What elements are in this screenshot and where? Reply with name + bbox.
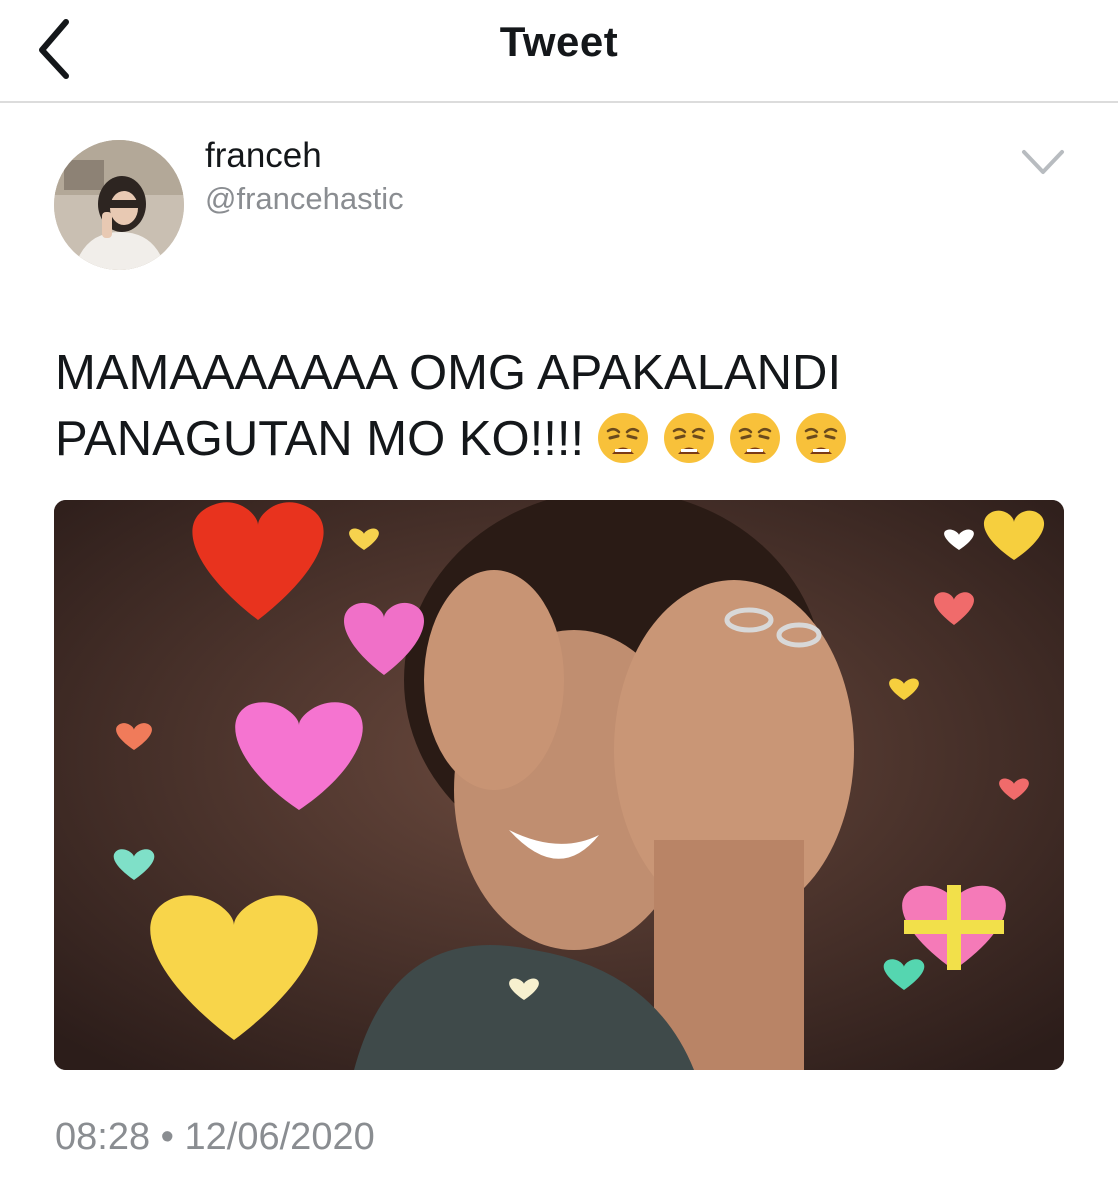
page-title: Tweet — [499, 18, 619, 65]
tweet-date: 12/06/2020 — [184, 1116, 375, 1158]
avatar[interactable] — [54, 140, 184, 270]
top-bar: Tweet — [0, 0, 1118, 103]
author-handle[interactable]: @francehastic — [205, 180, 404, 218]
weary-face-icon — [794, 411, 848, 465]
timestamp-separator: • — [160, 1116, 174, 1158]
meme-photo — [54, 500, 1064, 1070]
more-options-button[interactable] — [1018, 142, 1068, 182]
chevron-down-icon — [1022, 150, 1064, 174]
weary-face-icon — [596, 411, 650, 465]
tweet-time: 08:28 — [55, 1116, 151, 1158]
tweet-timestamp: 08:28 • 12/06/2020 — [55, 1116, 375, 1159]
tweet-media-image[interactable] — [54, 500, 1064, 1070]
emoji-row — [584, 412, 848, 466]
tweet-text-line-1: MAMAAAAAAA OMG APAKALANDI — [55, 346, 842, 400]
weary-face-icon — [728, 411, 782, 465]
tweet-text: MAMAAAAAAA OMG APAKALANDI PANAGUTAN MO K… — [55, 340, 1065, 472]
weary-face-icon — [662, 411, 716, 465]
avatar-photo — [54, 140, 184, 270]
author-display-name[interactable]: franceh — [205, 136, 322, 176]
tweet-text-line-2: PANAGUTAN MO KO!!!! — [55, 412, 585, 466]
